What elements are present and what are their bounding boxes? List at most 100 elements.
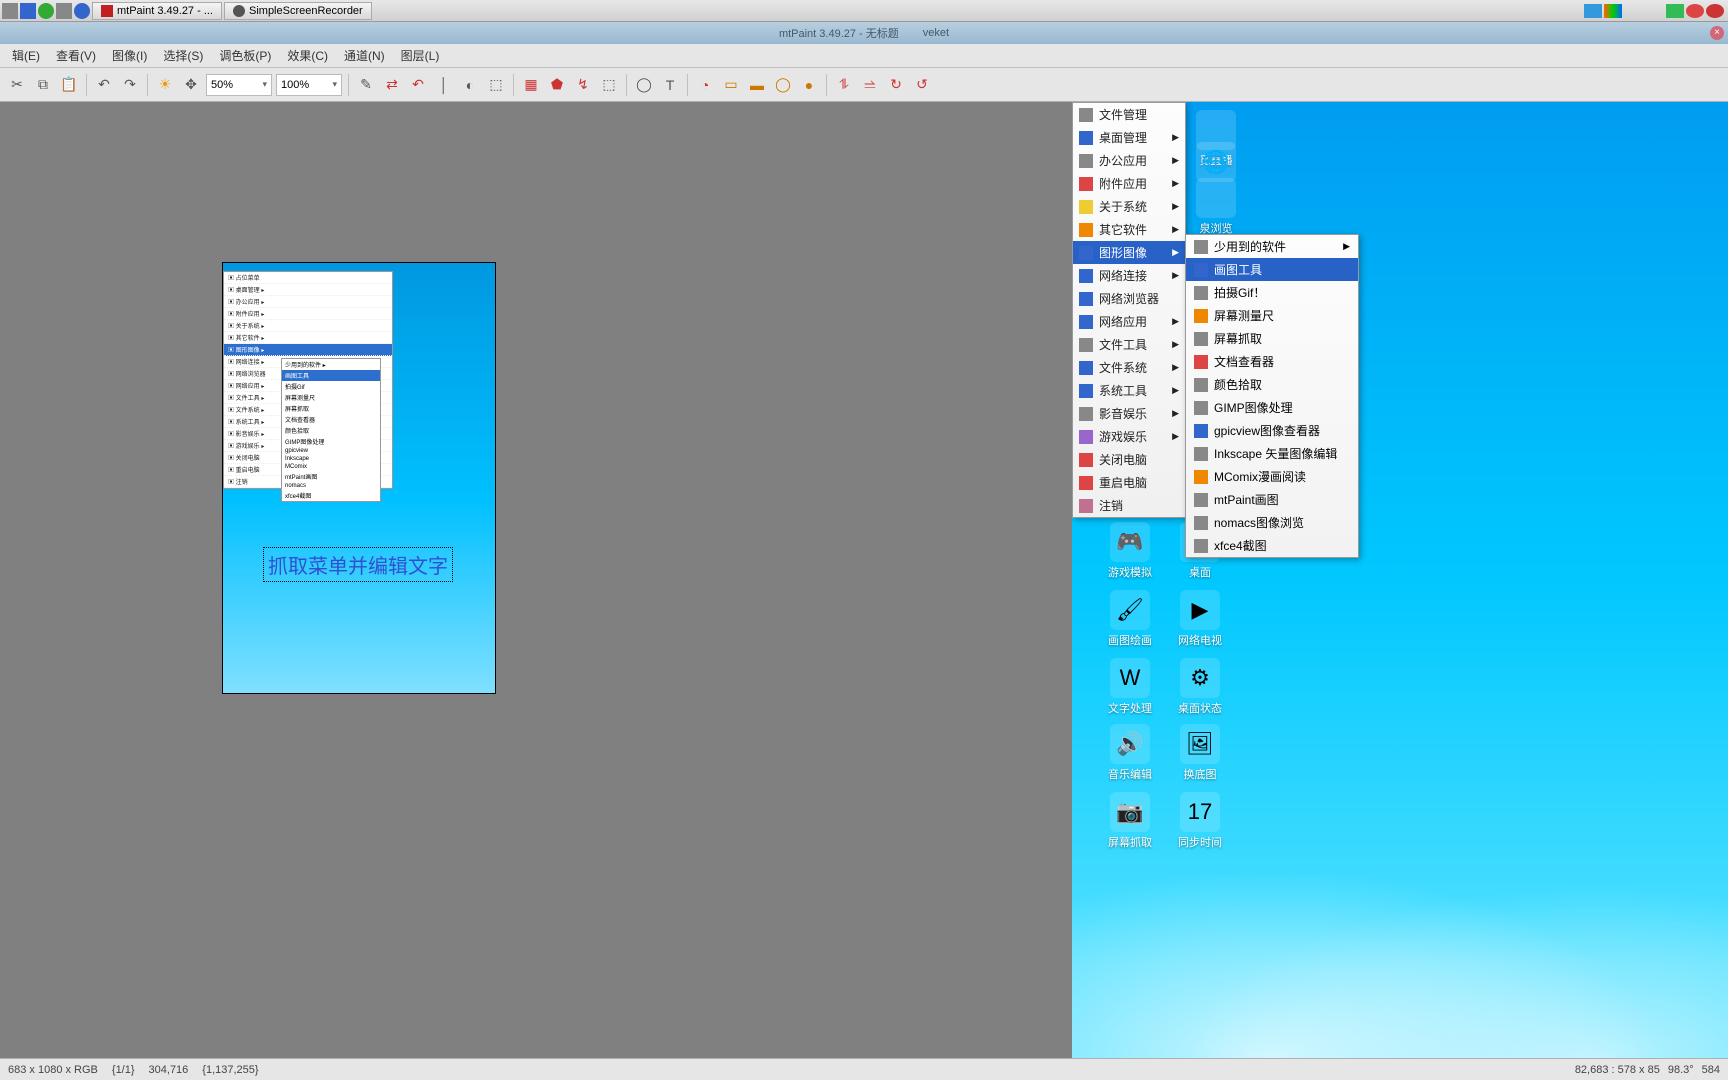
submenu-item[interactable]: xfce4截图 — [1186, 534, 1358, 557]
lasso-cut-icon[interactable]: ◔ — [694, 74, 716, 96]
tray-power-icon[interactable] — [1706, 4, 1724, 18]
shuffle-tool[interactable]: ⇄ — [381, 74, 403, 96]
smudge-tool[interactable]: ◐ — [459, 74, 481, 96]
submenu-item[interactable]: 画图工具 — [1186, 258, 1358, 281]
rot-sel-cw-icon[interactable]: ↻ — [885, 74, 907, 96]
menu-edit[interactable]: 辑(E) — [4, 45, 48, 66]
paste-button[interactable]: 📋 — [58, 74, 80, 96]
tray-color-icon[interactable] — [1604, 4, 1622, 18]
submenu-item[interactable]: 颜色拾取 — [1186, 373, 1358, 396]
thumb-mini-submenu: 少用到的软件 ▸画图工具拍摄Gif屏幕测量尺屏幕抓取文档查看器颜色拾取GIMP图… — [281, 358, 381, 502]
desktop-icon[interactable]: 泉浏览 — [1182, 178, 1250, 236]
submenu-item[interactable]: 屏幕抓取 — [1186, 327, 1358, 350]
submenu-item[interactable]: MComix漫画阅读 — [1186, 465, 1358, 488]
canvas-area[interactable]: ▣ 占位菜单▣ 桌面管理 ▸▣ 办公应用 ▸▣ 附件应用 ▸▣ 关于系统 ▸▣ … — [0, 102, 1728, 1058]
appmenu-item[interactable]: 关闭电脑 — [1073, 448, 1185, 471]
rot-sel-ccw-icon[interactable]: ↺ — [911, 74, 933, 96]
pan-button[interactable]: ✥ — [180, 74, 202, 96]
redo-button[interactable]: ↷ — [119, 74, 141, 96]
desktop-icon[interactable]: 🖌画图绘画 — [1096, 590, 1164, 648]
appmenu-item[interactable]: 网络浏览器 — [1073, 287, 1185, 310]
appmenu-item[interactable]: 注销 — [1073, 494, 1185, 517]
appmenu-item[interactable]: 系统工具▶ — [1073, 379, 1185, 402]
menu-select[interactable]: 选择(S) — [155, 45, 211, 66]
desktop-icon[interactable]: 17同步时间 — [1166, 792, 1234, 850]
tray-icon[interactable] — [2, 3, 18, 19]
appmenu-item[interactable]: 文件系统▶ — [1073, 356, 1185, 379]
task-button-mtpaint[interactable]: mtPaint 3.49.27 - ... — [92, 2, 222, 20]
desktop-icon[interactable]: W文字处理 — [1096, 658, 1164, 716]
application-submenu[interactable]: 少用到的软件▶画图工具拍摄Gif！屏幕测量尺屏幕抓取文档查看器颜色拾取GIMP图… — [1185, 234, 1359, 558]
appmenu-item[interactable]: 图形图像▶ — [1073, 241, 1185, 264]
appmenu-item[interactable]: 影音娱乐▶ — [1073, 402, 1185, 425]
appmenu-item[interactable]: 游戏娱乐▶ — [1073, 425, 1185, 448]
copy-button[interactable]: ⧉ — [32, 74, 54, 96]
edited-image[interactable]: ▣ 占位菜单▣ 桌面管理 ▸▣ 办公应用 ▸▣ 附件应用 ▸▣ 关于系统 ▸▣ … — [222, 262, 496, 694]
desktop-icon[interactable]: 📷屏幕抓取 — [1096, 792, 1164, 850]
submenu-item[interactable]: gpicview图像查看器 — [1186, 419, 1358, 442]
appmenu-item[interactable]: 网络应用▶ — [1073, 310, 1185, 333]
menu-effects[interactable]: 效果(C) — [279, 45, 336, 66]
paint-tool[interactable]: ✎ — [355, 74, 377, 96]
submenu-item[interactable]: mtPaint画图 — [1186, 488, 1358, 511]
appmenu-item[interactable]: 重启电脑 — [1073, 471, 1185, 494]
place-tool[interactable]: ⬚ — [598, 74, 620, 96]
task-button-ssr[interactable]: SimpleScreenRecorder — [224, 2, 372, 20]
polygon-tool[interactable]: ⬟ — [546, 74, 568, 96]
tray-icon[interactable] — [38, 3, 54, 19]
text-tool[interactable]: T — [659, 74, 681, 96]
brightness-button[interactable]: ☀ — [154, 74, 176, 96]
zoom-view-combo[interactable]: 100% — [276, 74, 342, 96]
appmenu-item[interactable]: 网络连接▶ — [1073, 264, 1185, 287]
appmenu-item[interactable]: 其它软件▶ — [1073, 218, 1185, 241]
fill-rect-icon[interactable]: ▬ — [746, 74, 768, 96]
menu-layers[interactable]: 图层(L) — [393, 45, 448, 66]
submenu-item[interactable]: 拍摄Gif！ — [1186, 281, 1358, 304]
line-tool[interactable]: │ — [433, 74, 455, 96]
desktop-icon[interactable]: 🔊音乐编辑 — [1096, 724, 1164, 782]
appmenu-item[interactable]: 附件应用▶ — [1073, 172, 1185, 195]
tray-network-icon[interactable] — [1666, 4, 1684, 18]
flood-tool[interactable]: ↶ — [407, 74, 429, 96]
appmenu-item[interactable]: 文件管理 — [1073, 103, 1185, 126]
appmenu-item[interactable]: 桌面管理▶ — [1073, 126, 1185, 149]
outline-icon[interactable]: ▭ — [720, 74, 742, 96]
tray-monitor-icon[interactable] — [1584, 4, 1602, 18]
submenu-item[interactable]: 文档查看器 — [1186, 350, 1358, 373]
tray-icon[interactable] — [20, 3, 36, 19]
submenu-item[interactable]: Inkscape 矢量图像编辑 — [1186, 442, 1358, 465]
menu-channels[interactable]: 通道(N) — [336, 45, 393, 66]
appmenu-item[interactable]: 文件工具▶ — [1073, 333, 1185, 356]
clone-tool[interactable]: ⬚ — [485, 74, 507, 96]
text-selection-overlay[interactable]: 抓取菜单并编辑文字 — [263, 547, 453, 582]
desktop-icon[interactable]: 🖼换底图 — [1166, 724, 1234, 782]
fill-ell-icon[interactable]: ● — [798, 74, 820, 96]
application-menu[interactable]: 文件管理桌面管理▶办公应用▶附件应用▶关于系统▶其它软件▶图形图像▶网络连接▶网… — [1072, 102, 1186, 518]
appmenu-item[interactable]: 关于系统▶ — [1073, 195, 1185, 218]
outline-ell-icon[interactable]: ◯ — [772, 74, 794, 96]
undo-button[interactable]: ↶ — [93, 74, 115, 96]
submenu-item[interactable]: nomacs图像浏览 — [1186, 511, 1358, 534]
menu-palette[interactable]: 调色板(P) — [211, 45, 279, 66]
zoom-main-combo[interactable]: 50% — [206, 74, 272, 96]
tray-icon[interactable] — [56, 3, 72, 19]
appmenu-item[interactable]: 办公应用▶ — [1073, 149, 1185, 172]
select-tool[interactable]: ▦ — [520, 74, 542, 96]
desktop-icon[interactable]: ⚙桌面状态 — [1166, 658, 1234, 716]
cut-button[interactable]: ✂ — [6, 74, 28, 96]
tray-record-icon[interactable] — [1686, 4, 1704, 18]
close-icon[interactable]: × — [1710, 26, 1724, 40]
menu-label: 其它软件 — [1099, 221, 1147, 238]
tray-icon[interactable] — [74, 3, 90, 19]
flip-sel-v-icon[interactable]: ⥮ — [833, 74, 855, 96]
ellipse-tool[interactable]: ◯ — [633, 74, 655, 96]
desktop-icon[interactable]: ▶网络电视 — [1166, 590, 1234, 648]
submenu-item[interactable]: 屏幕测量尺 — [1186, 304, 1358, 327]
submenu-item[interactable]: GIMP图像处理 — [1186, 396, 1358, 419]
submenu-item[interactable]: 少用到的软件▶ — [1186, 235, 1358, 258]
desktop-icon[interactable]: 🎮游戏模拟 — [1096, 522, 1164, 580]
lasso-tool[interactable]: ↯ — [572, 74, 594, 96]
menu-image[interactable]: 图像(I) — [104, 45, 155, 66]
flip-sel-h-icon[interactable]: ⥬ — [859, 74, 881, 96]
menu-view[interactable]: 查看(V) — [48, 45, 104, 66]
